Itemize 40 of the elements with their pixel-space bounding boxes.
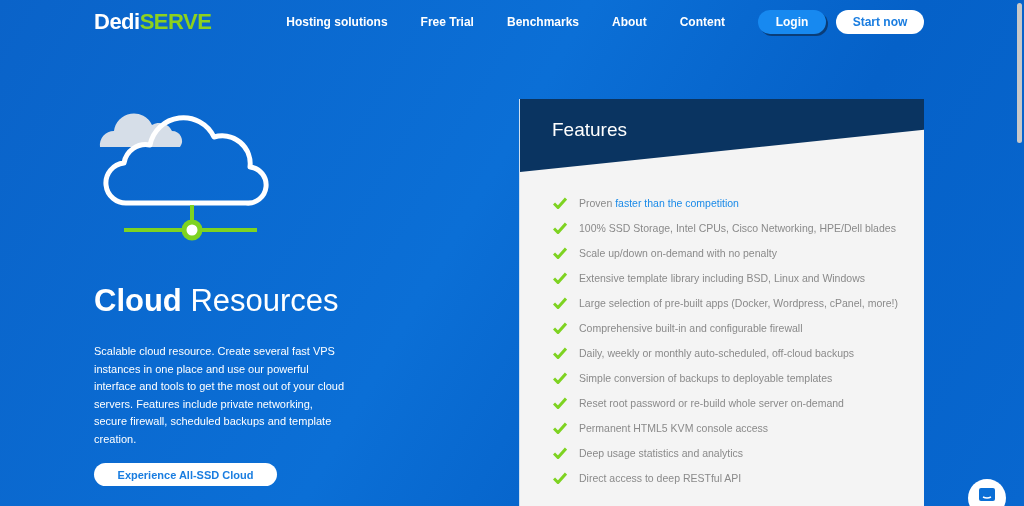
feature-text: Daily, weekly or monthly auto-scheduled, off-cloud backups xyxy=(579,346,855,359)
feature-text: Comprehensive built-in and configurable firewall xyxy=(579,321,803,334)
check-icon xyxy=(553,371,567,384)
feature-text: Simple conversion of backups to deployable templates xyxy=(579,371,833,384)
check-icon xyxy=(553,446,567,459)
check-icon xyxy=(553,396,567,409)
logo[interactable]: DediSERVE xyxy=(94,9,212,35)
features-title: Features xyxy=(552,119,627,141)
check-icon xyxy=(553,271,567,284)
nav-link[interactable]: Hosting solutions xyxy=(286,15,388,29)
scrollbar[interactable] xyxy=(1017,3,1022,143)
check-icon xyxy=(553,471,567,484)
nav-link[interactable]: Content xyxy=(679,15,725,29)
nav-link[interactable]: Free Trial xyxy=(420,15,474,29)
chat-icon xyxy=(978,487,996,503)
page-heading: Cloud Resources xyxy=(94,282,340,320)
feature-text: Scale up/down on-demand with no penalty xyxy=(579,246,777,259)
feature-text: 100% SSD Storage, Intel CPUs, Cisco Networking, HPE/Dell blades xyxy=(579,221,896,234)
nav-link[interactable]: About xyxy=(612,15,647,29)
start-now-button[interactable]: Start now xyxy=(836,10,924,34)
check-icon xyxy=(553,346,567,359)
check-icon xyxy=(553,221,567,234)
check-icon xyxy=(553,321,567,334)
check-icon xyxy=(553,421,567,434)
feature-text: Reset root password or re-build whole server on-demand xyxy=(579,396,844,409)
nav-link[interactable]: Benchmarks xyxy=(506,15,579,29)
feature-text: Deep usage statistics and analytics xyxy=(579,446,743,459)
feature-text: Direct access to deep RESTful API xyxy=(579,471,742,484)
feature-text: Proven faster than the competition xyxy=(579,196,739,209)
check-icon xyxy=(553,296,567,309)
check-icon xyxy=(553,196,567,209)
description: Scalable cloud resource. Create several fast VPS instances in one place and use our powerful interface and tools to get the most out of your cloud servers. Features include private networking, secure firewall, scheduled backups and template creation. xyxy=(94,344,346,447)
feature-text: Extensive template library including BSD, Linux and Windows xyxy=(579,271,865,284)
login-button[interactable]: Login xyxy=(758,10,826,34)
feature-text: Permanent HTML5 KVM console access xyxy=(579,421,769,434)
feature-text: Large selection of pre-built apps (Docker, Wordpress, cPanel, more!) xyxy=(579,296,899,309)
chat-button[interactable] xyxy=(968,479,1006,506)
competition-link[interactable]: faster than the competition xyxy=(615,196,739,209)
check-icon xyxy=(553,246,567,259)
experience-button[interactable]: Experience All-SSD Cloud xyxy=(94,463,277,486)
